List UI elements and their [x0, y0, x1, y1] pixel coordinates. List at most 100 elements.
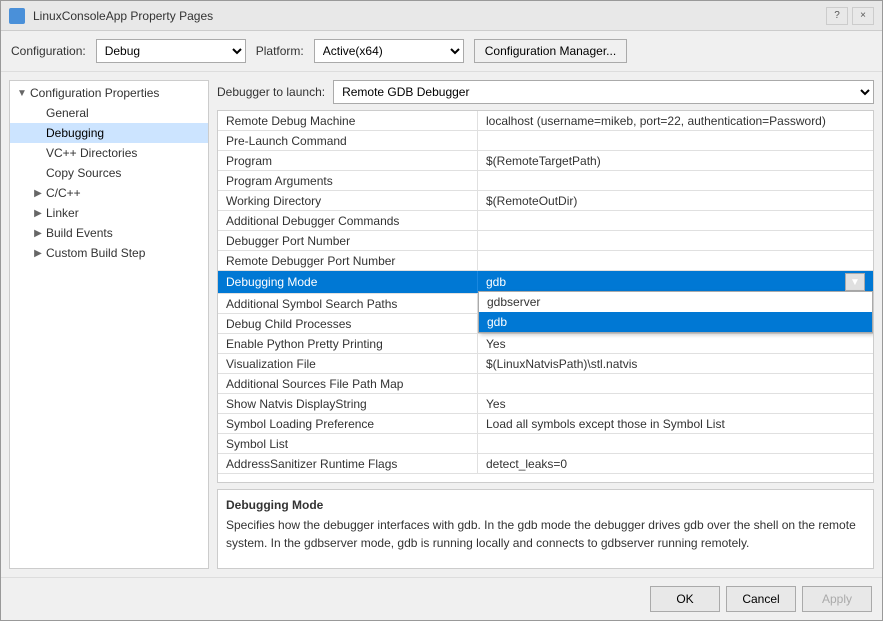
prop-value-show-natvis-displaystring: Yes: [478, 394, 873, 413]
prop-name-debugging-mode: Debugging Mode: [218, 271, 478, 293]
prop-row-address-sanitizer-runtime-flags[interactable]: AddressSanitizer Runtime Flagsdetect_lea…: [218, 454, 873, 474]
cancel-button[interactable]: Cancel: [726, 586, 796, 612]
prop-value-enable-python-pretty-printing: Yes: [478, 334, 873, 353]
prop-row-program[interactable]: Program$(RemoteTargetPath): [218, 151, 873, 171]
debugger-select[interactable]: Remote GDB Debugger: [333, 80, 874, 104]
prop-row-symbol-list[interactable]: Symbol List: [218, 434, 873, 454]
description-panel: Debugging Mode Specifies how the debugge…: [217, 489, 874, 569]
platform-select[interactable]: Active(x64): [314, 39, 464, 63]
sidebar-item-build-events[interactable]: ▶Build Events: [10, 223, 208, 243]
prop-row-working-directory[interactable]: Working Directory$(RemoteOutDir): [218, 191, 873, 211]
expand-icon[interactable]: ▼: [14, 88, 30, 99]
prop-name-debugger-port-number: Debugger Port Number: [218, 231, 478, 250]
window-title: LinuxConsoleApp Property Pages: [33, 9, 213, 23]
prop-value-debugging-mode[interactable]: gdb▼: [478, 271, 873, 293]
sidebar-tree: ▼Configuration Properties General Debuggin…: [10, 81, 208, 265]
sidebar-item-label-linker: Linker: [46, 206, 204, 220]
sidebar-item-label-general: General: [46, 106, 204, 120]
prop-row-program-arguments[interactable]: Program Arguments: [218, 171, 873, 191]
prop-row-debugger-port-number[interactable]: Debugger Port Number: [218, 231, 873, 251]
prop-name-additional-debugger-commands: Additional Debugger Commands: [218, 211, 478, 230]
description-text: Specifies how the debugger interfaces wi…: [226, 516, 865, 552]
prop-value-wrapper: gdb▼: [486, 273, 865, 291]
title-bar-left: LinuxConsoleApp Property Pages: [9, 8, 213, 24]
prop-row-show-natvis-displaystring[interactable]: Show Natvis DisplayStringYes: [218, 394, 873, 414]
prop-value-text: gdb: [486, 275, 845, 289]
dropdown-item-gdbserver[interactable]: gdbserver: [479, 292, 872, 312]
prop-name-show-natvis-displaystring: Show Natvis DisplayString: [218, 394, 478, 413]
sidebar-item-general[interactable]: General: [10, 103, 208, 123]
prop-row-enable-python-pretty-printing[interactable]: Enable Python Pretty PrintingYes: [218, 334, 873, 354]
sidebar-item-vc-dirs[interactable]: VC++ Directories: [10, 143, 208, 163]
sidebar-item-label-cpp: C/C++: [46, 186, 204, 200]
expand-icon[interactable]: ▶: [30, 248, 46, 259]
sidebar-item-label-build-events: Build Events: [46, 226, 204, 240]
prop-value-remote-debugger-port-number: [478, 251, 873, 270]
main-content: ▼Configuration PropertiesGeneralDebuggin…: [1, 72, 882, 577]
close-button[interactable]: ×: [852, 7, 874, 25]
apply-button[interactable]: Apply: [802, 586, 872, 612]
sidebar-item-debugging[interactable]: Debugging: [10, 123, 208, 143]
platform-label: Platform:: [256, 44, 304, 58]
prop-name-pre-launch-command: Pre-Launch Command: [218, 131, 478, 150]
prop-row-additional-sources-file-path-map[interactable]: Additional Sources File Path Map: [218, 374, 873, 394]
prop-name-working-directory: Working Directory: [218, 191, 478, 210]
prop-row-remote-debugger-port-number[interactable]: Remote Debugger Port Number: [218, 251, 873, 271]
expand-icon[interactable]: ▶: [30, 188, 46, 199]
debugging-mode-dropdown[interactable]: gdbservergdb: [478, 291, 873, 333]
prop-value-debugger-port-number: [478, 231, 873, 250]
description-title: Debugging Mode: [226, 498, 865, 512]
config-label: Configuration:: [11, 44, 86, 58]
prop-value-symbol-loading-preference: Load all symbols except those in Symbol …: [478, 414, 873, 433]
sidebar-item-copy-sources[interactable]: Copy Sources: [10, 163, 208, 183]
properties-table: Remote Debug Machinelocalhost (username=…: [217, 110, 874, 483]
expand-icon[interactable]: ▶: [30, 228, 46, 239]
prop-name-enable-python-pretty-printing: Enable Python Pretty Printing: [218, 334, 478, 353]
sidebar-item-label-vc-dirs: VC++ Directories: [46, 146, 204, 160]
prop-row-pre-launch-command[interactable]: Pre-Launch Command: [218, 131, 873, 151]
sidebar-item-custom-build[interactable]: ▶Custom Build Step: [10, 243, 208, 263]
sidebar: ▼Configuration Properties General Debuggin…: [9, 80, 209, 569]
prop-name-visualization-file: Visualization File: [218, 354, 478, 373]
sidebar-item-label-config-props: Configuration Properties: [30, 86, 204, 100]
help-button[interactable]: ?: [826, 7, 848, 25]
prop-name-symbol-list: Symbol List: [218, 434, 478, 453]
sidebar-item-config-props[interactable]: ▼Configuration Properties: [10, 83, 208, 103]
title-bar: LinuxConsoleApp Property Pages ? ×: [1, 1, 882, 31]
sidebar-item-cpp[interactable]: ▶C/C++: [10, 183, 208, 203]
prop-name-program-arguments: Program Arguments: [218, 171, 478, 190]
prop-row-visualization-file[interactable]: Visualization File$(LinuxNatvisPath)\stl…: [218, 354, 873, 374]
main-window: LinuxConsoleApp Property Pages ? × Confi…: [0, 0, 883, 621]
sidebar-item-label-copy-sources: Copy Sources: [46, 166, 204, 180]
sidebar-item-label-debugging: Debugging: [46, 126, 204, 140]
debugger-launch-label: Debugger to launch:: [217, 85, 325, 99]
prop-value-additional-sources-file-path-map: [478, 374, 873, 393]
prop-row-remote-debug-machine[interactable]: Remote Debug Machinelocalhost (username=…: [218, 111, 873, 131]
prop-name-symbol-loading-preference: Symbol Loading Preference: [218, 414, 478, 433]
prop-row-symbol-loading-preference[interactable]: Symbol Loading PreferenceLoad all symbol…: [218, 414, 873, 434]
title-buttons: ? ×: [826, 7, 874, 25]
sidebar-item-linker[interactable]: ▶Linker: [10, 203, 208, 223]
dropdown-arrow-icon[interactable]: ▼: [845, 273, 865, 291]
ok-button[interactable]: OK: [650, 586, 720, 612]
dropdown-item-gdb[interactable]: gdb: [479, 312, 872, 332]
expand-icon[interactable]: ▶: [30, 208, 46, 219]
prop-value-pre-launch-command: [478, 131, 873, 150]
prop-name-debug-child-processes: Debug Child Processes: [218, 314, 478, 333]
config-manager-button[interactable]: Configuration Manager...: [474, 39, 627, 63]
prop-value-program: $(RemoteTargetPath): [478, 151, 873, 170]
prop-value-address-sanitizer-runtime-flags: detect_leaks=0: [478, 454, 873, 473]
prop-row-additional-debugger-commands[interactable]: Additional Debugger Commands: [218, 211, 873, 231]
prop-name-additional-sources-file-path-map: Additional Sources File Path Map: [218, 374, 478, 393]
prop-value-program-arguments: [478, 171, 873, 190]
prop-name-address-sanitizer-runtime-flags: AddressSanitizer Runtime Flags: [218, 454, 478, 473]
prop-name-additional-symbol-search-paths: Additional Symbol Search Paths: [218, 294, 478, 313]
prop-name-remote-debugger-port-number: Remote Debugger Port Number: [218, 251, 478, 270]
debugger-launch-row: Debugger to launch: Remote GDB Debugger: [217, 80, 874, 104]
prop-value-remote-debug-machine: localhost (username=mikeb, port=22, auth…: [478, 111, 873, 130]
app-icon: [9, 8, 25, 24]
right-panel: Debugger to launch: Remote GDB Debugger …: [217, 80, 874, 569]
sidebar-item-label-custom-build: Custom Build Step: [46, 246, 204, 260]
toolbar: Configuration: Debug Platform: Active(x6…: [1, 31, 882, 72]
configuration-select[interactable]: Debug: [96, 39, 246, 63]
